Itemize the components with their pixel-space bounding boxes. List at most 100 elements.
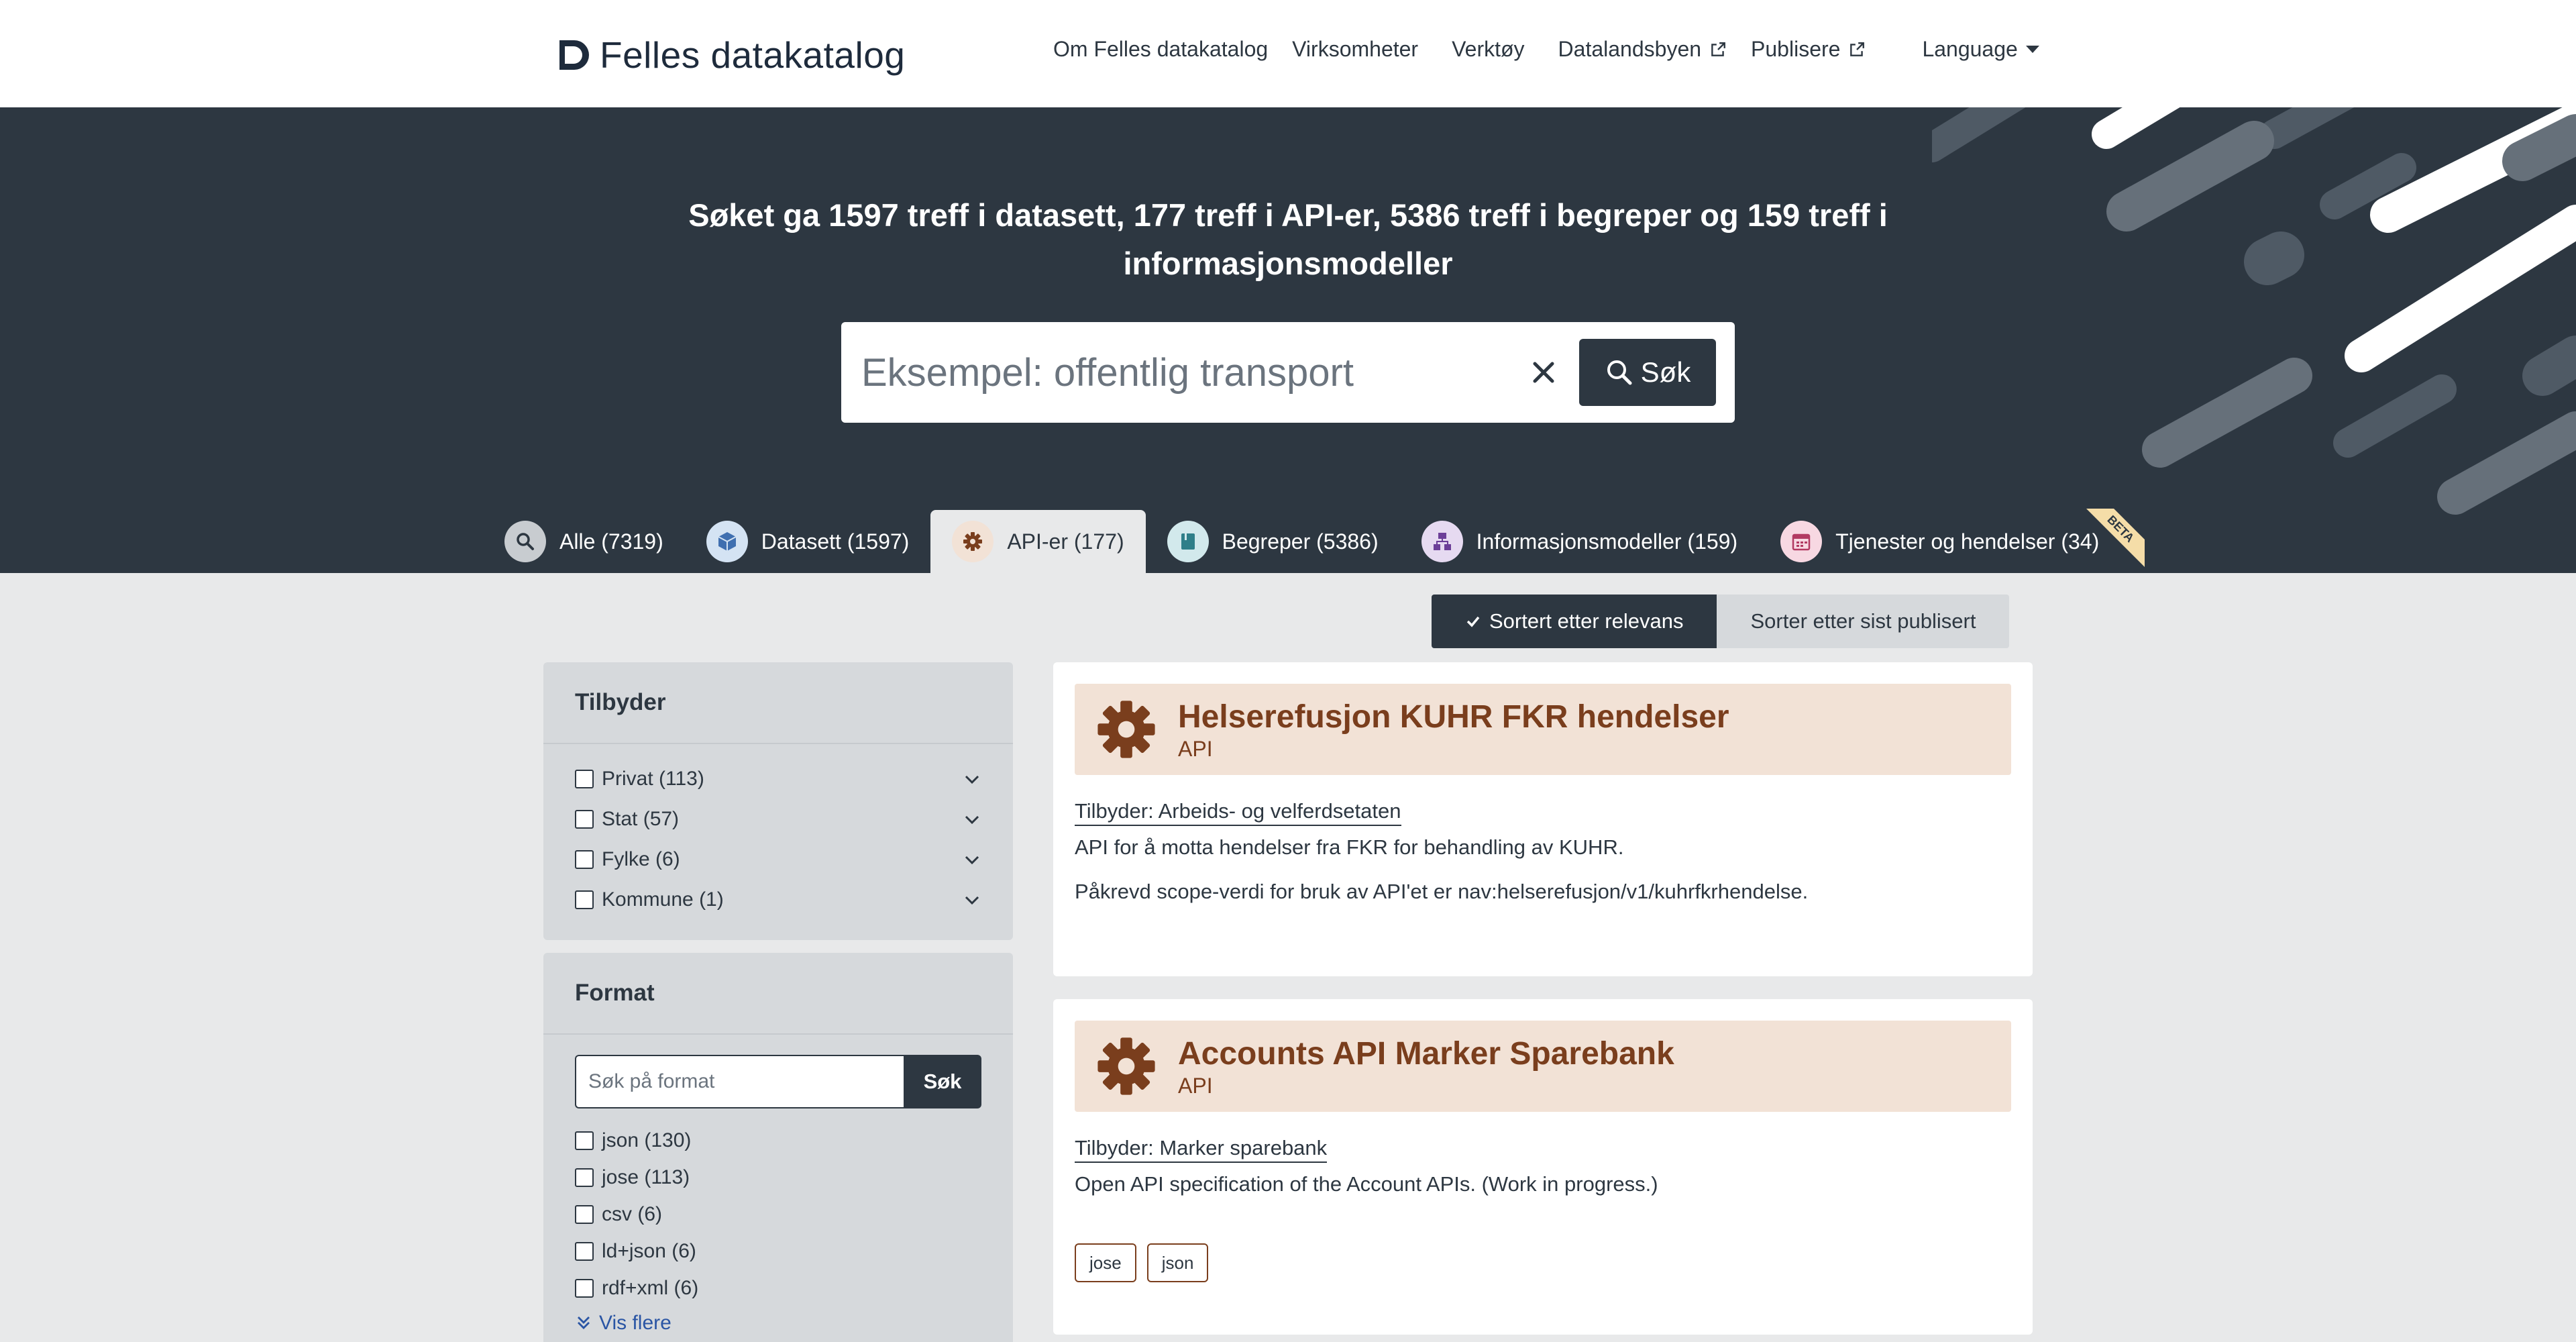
result-title[interactable]: Accounts API Marker Sparebank [1178, 1035, 1674, 1074]
format-item-label: csv (6) [602, 1202, 662, 1225]
search-button-label: Søk [1640, 356, 1691, 388]
sort-published-button[interactable]: Sorter etter sist publisert [1717, 595, 2010, 648]
nav-organizations[interactable]: Virksomheter [1292, 37, 1418, 62]
filter-format-panel: Format Søk json (130) jose (113) csv (6)… [543, 953, 1013, 1342]
tab-all[interactable]: Alle (7319) [483, 510, 685, 573]
result-description: Open API specification of the Account AP… [1075, 1172, 1658, 1196]
format-search-input[interactable] [575, 1055, 904, 1108]
result-type: API [1178, 736, 1213, 761]
dataset-icon [706, 521, 748, 562]
format-item[interactable]: jose (113) [543, 1159, 1013, 1196]
clear-icon[interactable] [1527, 356, 1560, 389]
chevron-down-icon[interactable] [963, 770, 981, 788]
nav-tools[interactable]: Verktøy [1452, 37, 1524, 62]
nav-tools-label: Verktøy [1452, 37, 1525, 61]
filter-format-title: Format [543, 953, 1013, 1035]
checkbox[interactable] [575, 1204, 594, 1224]
book-icon [1167, 521, 1209, 562]
checkbox[interactable] [575, 1278, 594, 1298]
language-label: Language [1922, 37, 2018, 61]
chevron-down-icon[interactable] [963, 810, 981, 829]
tab-apis[interactable]: API-er (177) [930, 510, 1146, 573]
tab-information-models[interactable]: Informasjonsmodeller (159) [1400, 510, 1760, 573]
result-title[interactable]: Helserefusjon KUHR FKR hendelser [1178, 698, 1729, 737]
caret-down-icon [2025, 46, 2039, 53]
search-hero: Søket ga 1597 treff i datasett, 177 tref… [0, 107, 2576, 573]
sort-toggle: Sortert etter relevans Sorter etter sist… [1432, 595, 2010, 648]
tab-services-events[interactable]: Tjenester og hendelser (34) BETA [1759, 509, 2145, 573]
format-item-label: ld+json (6) [602, 1239, 696, 1262]
format-item-label: rdf+xml (6) [602, 1276, 699, 1299]
format-item[interactable]: csv (6) [543, 1196, 1013, 1233]
logo-text: Felles datakatalog [600, 34, 906, 76]
tab-all-label: Alle (7319) [559, 529, 663, 554]
category-tabs: Alle (7319) Datasett (1597) API-er (177)… [483, 509, 2145, 573]
show-more-link[interactable]: Vis flere [543, 1306, 1013, 1340]
checkbox[interactable] [575, 1241, 594, 1261]
chevron-down-icon[interactable] [963, 850, 981, 869]
result-description: API for å motta hendelser fra FKR for be… [1075, 835, 1624, 859]
search-box: Søk [841, 322, 1735, 423]
calendar-icon [1780, 521, 1823, 562]
nav-publish-label: Publisere [1751, 37, 1841, 61]
search-button[interactable]: Søk [1579, 339, 1716, 406]
model-icon [1421, 521, 1463, 562]
search-icon [504, 521, 546, 562]
format-tag: json [1146, 1243, 1209, 1282]
format-item[interactable]: ld+json (6) [543, 1233, 1013, 1270]
result-header: Helserefusjon KUHR FKR hendelser API [1075, 684, 2011, 775]
nav-datalandsbyen-label: Datalandsbyen [1558, 37, 1702, 61]
filter-item[interactable]: Fylke (6) [543, 839, 1013, 880]
search-icon [1607, 360, 1632, 385]
nav-about-label: Om Felles datakatalog [1053, 37, 1269, 61]
sort-relevance-button[interactable]: Sortert etter relevans [1432, 595, 1717, 648]
filter-item-label: Fylke (6) [602, 848, 680, 870]
beta-badge: BETA [2084, 509, 2145, 569]
logo-icon [559, 40, 589, 70]
format-item-label: jose (113) [602, 1166, 690, 1188]
nav-datalandsbyen[interactable]: Datalandsbyen [1558, 37, 1727, 62]
result-publisher[interactable]: Tilbyder: Arbeids- og velferdsetaten [1075, 799, 1401, 826]
gear-icon [952, 521, 994, 562]
filter-item[interactable]: Privat (113) [543, 759, 1013, 799]
filter-item[interactable]: Stat (57) [543, 799, 1013, 839]
tab-apis-label: API-er (177) [1007, 529, 1124, 554]
format-tags: jose json [1075, 1243, 2011, 1282]
format-item-label: json (130) [602, 1129, 692, 1151]
filter-item-label: Stat (57) [602, 808, 680, 830]
language-dropdown[interactable]: Language [1922, 37, 2039, 62]
tab-services-events-label: Tjenester og hendelser (34) [1835, 529, 2100, 554]
check-icon [1466, 616, 1480, 627]
search-result-card[interactable]: Helserefusjon KUHR FKR hendelser API Til… [1053, 662, 2033, 976]
checkbox[interactable] [575, 850, 594, 869]
nav-organizations-label: Virksomheter [1292, 37, 1419, 61]
result-publisher[interactable]: Tilbyder: Marker sparebank [1075, 1136, 1328, 1163]
format-search-button[interactable]: Søk [904, 1055, 981, 1108]
checkbox[interactable] [575, 1168, 594, 1187]
checkbox[interactable] [575, 1131, 594, 1150]
nav-publish[interactable]: Publisere [1751, 37, 1866, 62]
checkbox[interactable] [575, 770, 594, 788]
external-link-icon [1850, 42, 1865, 56]
show-more-label: Vis flere [599, 1312, 672, 1334]
tab-concepts-label: Begreper (5386) [1222, 529, 1379, 554]
chevron-down-icon[interactable] [963, 890, 981, 909]
checkbox[interactable] [575, 890, 594, 909]
site-logo[interactable]: Felles datakatalog [555, 34, 905, 76]
search-result-summary: Søket ga 1597 treff i datasett, 177 tref… [688, 197, 1888, 281]
format-item[interactable]: json (130) [543, 1122, 1013, 1159]
filter-item[interactable]: Kommune (1) [543, 880, 1013, 920]
gear-icon [1097, 701, 1155, 758]
nav-about[interactable]: Om Felles datakatalog [1053, 37, 1268, 62]
decorative-stripes [1932, 107, 2576, 515]
tab-concepts[interactable]: Begreper (5386) [1146, 510, 1400, 573]
checkbox[interactable] [575, 810, 594, 829]
tab-datasets[interactable]: Datasett (1597) [685, 510, 931, 573]
sort-published-label: Sorter etter sist publisert [1750, 609, 1976, 633]
main-nav: Om Felles datakatalog Virksomheter Verkt… [1053, 37, 2063, 62]
search-result-card[interactable]: Accounts API Marker Sparebank API Tilbyd… [1053, 999, 2033, 1335]
result-header: Accounts API Marker Sparebank API [1075, 1021, 2011, 1112]
tab-datasets-label: Datasett (1597) [761, 529, 910, 554]
format-item[interactable]: rdf+xml (6) [543, 1270, 1013, 1306]
search-input[interactable] [861, 341, 1519, 404]
